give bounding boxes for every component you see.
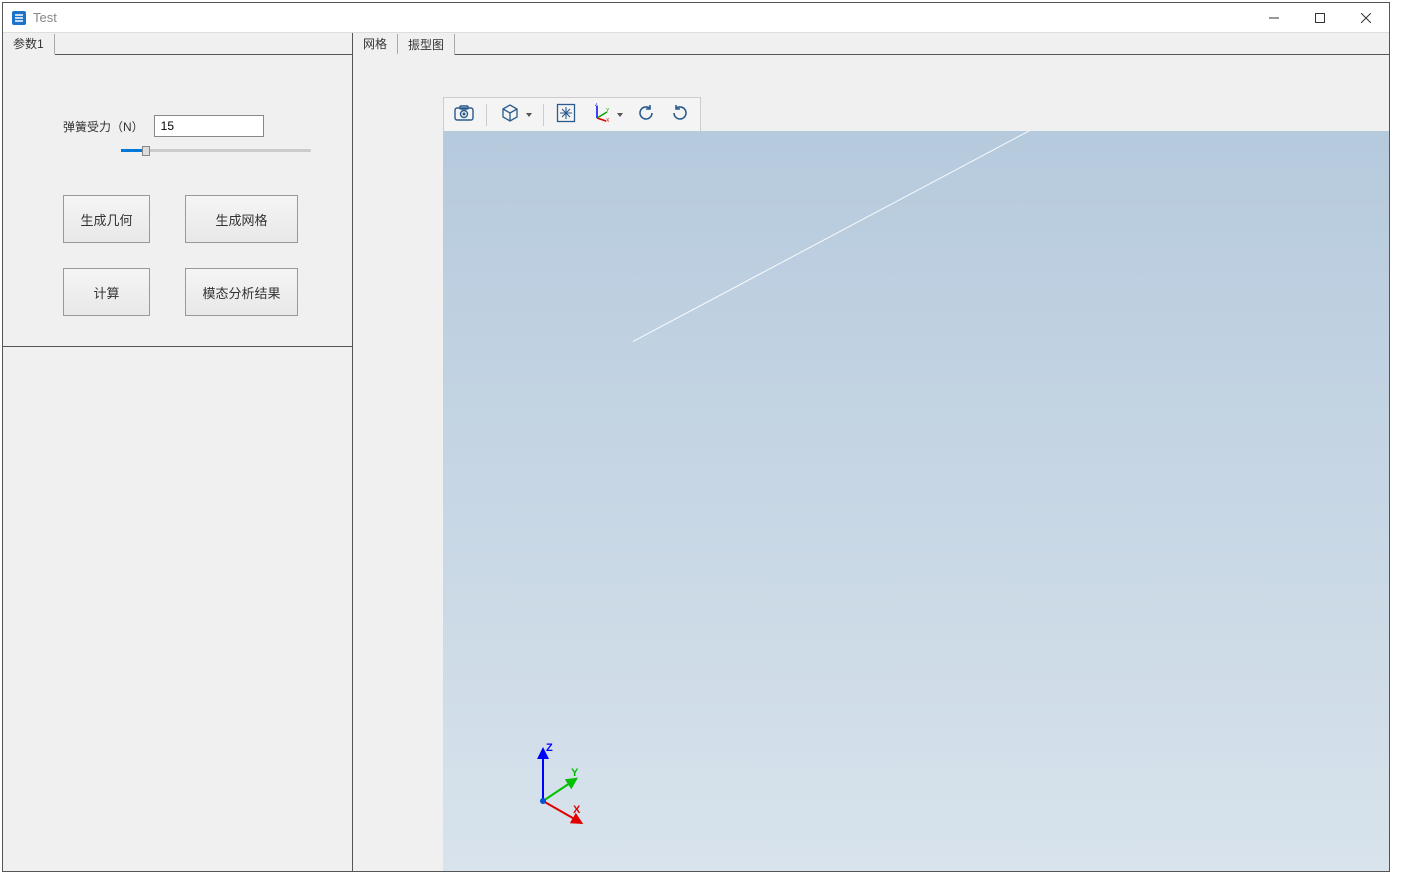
orientation-triad: Z Y X <box>513 741 603 831</box>
left-panel: 参数1 弹簧受力（N） 生成几何 生成网格 计算 模态分析结果 <box>3 33 353 871</box>
tab-params-1[interactable]: 参数1 <box>3 34 55 55</box>
viewport-toolbar: Z Y X <box>443 97 701 131</box>
app-window: Test 参数1 弹簧受力（N） <box>2 2 1390 872</box>
triad-x-label: X <box>573 804 581 816</box>
view-cube-button[interactable] <box>495 102 535 128</box>
screenshot-button[interactable] <box>450 102 478 128</box>
compute-button[interactable]: 计算 <box>63 268 150 316</box>
axes-icon: Z Y X <box>591 103 611 126</box>
close-button[interactable] <box>1343 3 1389 32</box>
app-icon <box>11 10 27 26</box>
dropdown-icon <box>526 113 532 117</box>
rotate-cw-button[interactable] <box>666 102 694 128</box>
canvas-area: Z Y X <box>353 55 1389 871</box>
svg-text:Z: Z <box>595 103 598 108</box>
slider-fill <box>121 149 144 152</box>
spring-force-label: 弹簧受力（N） <box>63 118 144 135</box>
window-title: Test <box>33 10 1251 25</box>
maximize-button[interactable] <box>1297 3 1343 32</box>
toolbar-separator <box>486 104 487 126</box>
cube-icon <box>500 103 520 126</box>
right-panel: 网格 振型图 <box>353 33 1389 871</box>
triad-z-label: Z <box>546 742 553 754</box>
spring-force-slider[interactable] <box>121 143 311 157</box>
tab-mesh[interactable]: 网格 <box>353 34 398 55</box>
generate-mesh-button[interactable]: 生成网格 <box>185 195 298 243</box>
left-lower-empty <box>3 347 352 871</box>
spring-force-input[interactable] <box>154 115 264 137</box>
param-spring-force-row: 弹簧受力（N） <box>63 115 342 137</box>
rotate-ccw-icon <box>636 103 656 126</box>
geometry-edge <box>633 131 1137 342</box>
camera-icon <box>454 105 474 124</box>
content-area: 参数1 弹簧受力（N） 生成几何 生成网格 计算 模态分析结果 <box>3 33 1389 871</box>
svg-text:X: X <box>606 118 610 123</box>
params-section: 弹簧受力（N） 生成几何 生成网格 计算 模态分析结果 <box>3 55 352 347</box>
action-buttons: 生成几何 生成网格 计算 模态分析结果 <box>63 195 298 316</box>
fit-icon <box>556 103 576 126</box>
window-controls <box>1251 3 1389 32</box>
svg-text:Y: Y <box>606 108 610 114</box>
fit-view-button[interactable] <box>552 102 580 128</box>
titlebar: Test <box>3 3 1389 33</box>
slider-thumb[interactable] <box>142 146 150 156</box>
generate-geometry-button[interactable]: 生成几何 <box>63 195 150 243</box>
modal-result-button[interactable]: 模态分析结果 <box>185 268 298 316</box>
dropdown-icon <box>617 113 623 117</box>
toolbar-separator <box>543 104 544 126</box>
triad-y-label: Y <box>571 767 579 779</box>
right-tabs: 网格 振型图 <box>353 33 1389 55</box>
axes-view-button[interactable]: Z Y X <box>586 102 626 128</box>
rotate-ccw-button[interactable] <box>632 102 660 128</box>
left-tabs: 参数1 <box>3 33 352 55</box>
tab-mode-shape[interactable]: 振型图 <box>398 34 455 55</box>
3d-viewport[interactable]: Z Y X <box>443 131 1389 871</box>
rotate-cw-icon <box>670 103 690 126</box>
minimize-button[interactable] <box>1251 3 1297 32</box>
